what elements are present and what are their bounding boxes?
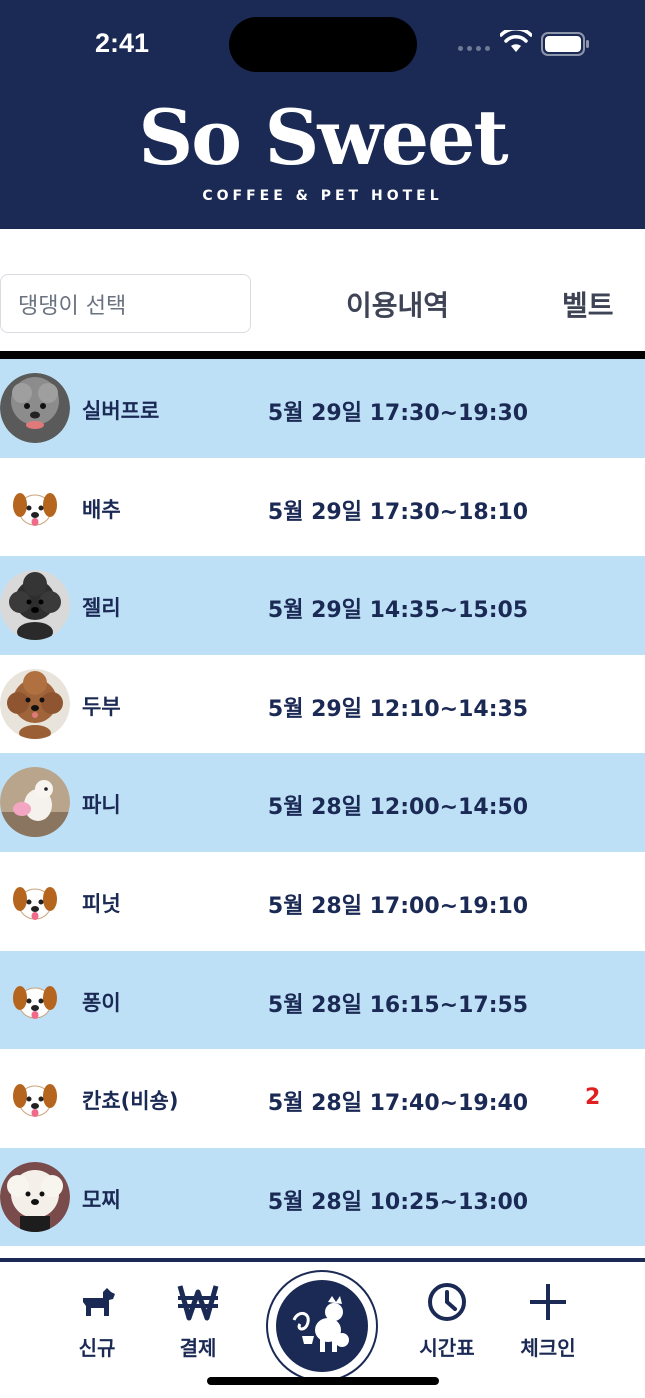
list-item[interactable]: 퐁이 5월 28일 16:15~17:55 [0, 950, 645, 1050]
brand-title: So Sweet [138, 93, 508, 182]
visit-time: 5월 29일 14:35~15:05 [267, 598, 529, 624]
poodle-logo-icon [276, 1280, 368, 1372]
dog-face-icon [13, 886, 57, 920]
list-item[interactable]: 파니 5월 28일 12:00~14:50 [0, 753, 645, 852]
list-item[interactable]: 피넛 5월 28일 17:00~19:10 [0, 852, 645, 951]
list-divider [0, 351, 645, 359]
visit-time: 5월 29일 12:10~14:35 [267, 696, 529, 722]
nav-schedule[interactable]: 시간표 [402, 1282, 492, 1361]
nav-payment-label: 결제 [179, 1336, 217, 1360]
status-time: 2:41 [95, 28, 150, 58]
usage-history-list: 실버프로 5월 29일 17:30~19:30 배추 5월 29일 17:30~… [0, 359, 645, 1247]
visit-time: 5월 28일 17:00~19:10 [267, 893, 529, 919]
history-tab[interactable]: 이용내역 [320, 284, 475, 324]
visit-time: 5월 29일 17:30~19:30 [267, 401, 529, 426]
dog-name: 칸쵸(비숑) [82, 1089, 179, 1114]
visit-time: 5월 28일 12:00~14:50 [267, 795, 529, 821]
dog-avatar-photo [0, 1161, 70, 1232]
dog-avatar-photo [0, 668, 70, 739]
dog-name: 실버프로 [82, 399, 160, 423]
nav-new-label: 신규 [78, 1336, 116, 1360]
dog-name: 모찌 [82, 1187, 121, 1212]
clock-icon [428, 1283, 466, 1321]
brand-home-button[interactable] [266, 1270, 378, 1382]
filter-toolbar: 댕댕이 선택 이용내역 벨트 [0, 229, 645, 352]
cellular-signal-icon [458, 46, 490, 51]
nav-schedule-label: 시간표 [419, 1336, 475, 1360]
dog-face-icon [13, 985, 57, 1019]
app-header: 2:41 So Sweet COFFEE & PET HOTEL [0, 0, 645, 229]
visit-count: 2 [585, 1085, 601, 1111]
list-item[interactable]: 배추 5월 29일 17:30~18:10 [0, 458, 645, 557]
bell-tab[interactable]: 벨트 [562, 284, 614, 324]
dog-select-field[interactable]: 댕댕이 선택 [0, 274, 251, 333]
dog-name: 파니 [82, 793, 121, 818]
dog-name: 배추 [82, 497, 121, 522]
visit-time: 5월 28일 16:15~17:55 [267, 992, 529, 1018]
dog-face-icon [13, 492, 57, 526]
list-item[interactable]: 모찌 5월 28일 10:25~13:00 [0, 1147, 645, 1247]
dog-avatar-photo [0, 767, 70, 838]
visit-time: 5월 28일 10:25~13:00 [267, 1189, 529, 1215]
home-indicator[interactable] [207, 1377, 439, 1385]
dog-name: 젤리 [82, 596, 121, 621]
nav-new[interactable]: 신규 [52, 1282, 142, 1361]
nav-checkin[interactable]: 체크인 [503, 1282, 593, 1361]
won-icon [177, 1285, 219, 1321]
dog-avatar-photo [0, 570, 70, 641]
dog-name: 두부 [82, 694, 121, 719]
list-item[interactable]: 실버프로 5월 29일 17:30~19:30 [0, 359, 645, 458]
dog-avatar-photo [0, 373, 70, 443]
plus-icon [530, 1284, 566, 1320]
dog-face-icon [13, 1084, 57, 1118]
dog-name: 퐁이 [82, 990, 121, 1015]
dog-name: 피넛 [82, 891, 121, 916]
dynamic-island [229, 17, 417, 72]
battery-icon [541, 32, 589, 56]
nav-checkin-label: 체크인 [520, 1336, 576, 1360]
wifi-icon [500, 30, 532, 52]
brand-subtitle: COFFEE & PET HOTEL [202, 188, 443, 204]
dog-icon [83, 1288, 115, 1316]
list-item[interactable]: 젤리 5월 29일 14:35~15:05 [0, 556, 645, 655]
nav-payment[interactable]: 결제 [153, 1282, 243, 1361]
list-item[interactable]: 칸쵸(비숑) 5월 28일 17:40~19:40 2 [0, 1049, 645, 1148]
list-item[interactable]: 두부 5월 29일 12:10~14:35 [0, 655, 645, 754]
visit-time: 5월 29일 17:30~18:10 [267, 499, 529, 525]
visit-time: 5월 28일 17:40~19:40 [267, 1091, 529, 1117]
